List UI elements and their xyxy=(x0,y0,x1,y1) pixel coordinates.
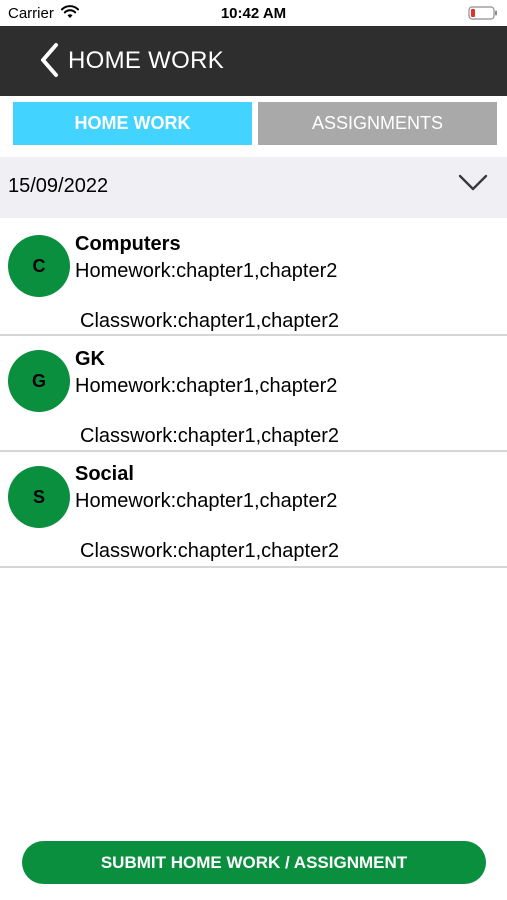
subject-name: Computers xyxy=(75,233,181,255)
chevron-down-icon[interactable] xyxy=(458,173,488,193)
avatar: G xyxy=(8,350,70,412)
battery-low-icon xyxy=(468,6,497,20)
status-bar: Carrier 10:42 AM xyxy=(0,0,507,26)
list-item[interactable]: C Computers Homework:chapter1,chapter2 C… xyxy=(0,220,507,336)
classwork-text: Classwork:chapter1,chapter2 xyxy=(80,540,340,562)
classwork-text: Classwork:chapter1,chapter2 xyxy=(80,425,340,447)
chevron-left-icon[interactable] xyxy=(38,42,60,78)
list-item[interactable]: G GK Homework:chapter1,chapter2 Classwor… xyxy=(0,336,507,452)
avatar: S xyxy=(8,466,70,528)
navigation-bar: HOME WORK xyxy=(0,26,507,96)
list-item[interactable]: S Social Homework:chapter1,chapter2 Clas… xyxy=(0,452,507,568)
homework-text: Homework:chapter1,chapter2 xyxy=(75,375,338,397)
homework-text: Homework:chapter1,chapter2 xyxy=(75,490,338,512)
classwork-text: Classwork:chapter1,chapter2 xyxy=(80,310,340,332)
tab-assignments[interactable]: ASSIGNMENTS xyxy=(258,102,497,145)
tab-home-work[interactable]: HOME WORK xyxy=(13,102,252,145)
avatar: C xyxy=(8,235,70,297)
submit-button[interactable]: SUBMIT HOME WORK / ASSIGNMENT xyxy=(22,841,486,884)
subject-name: Social xyxy=(75,463,134,485)
clock-time: 10:42 AM xyxy=(220,5,287,22)
homework-text: Homework:chapter1,chapter2 xyxy=(75,260,338,282)
page-title: HOME WORK xyxy=(68,47,225,74)
date-selector[interactable]: 15/09/2022 xyxy=(0,157,507,218)
subject-name: GK xyxy=(75,348,105,370)
selected-date: 15/09/2022 xyxy=(8,175,109,197)
